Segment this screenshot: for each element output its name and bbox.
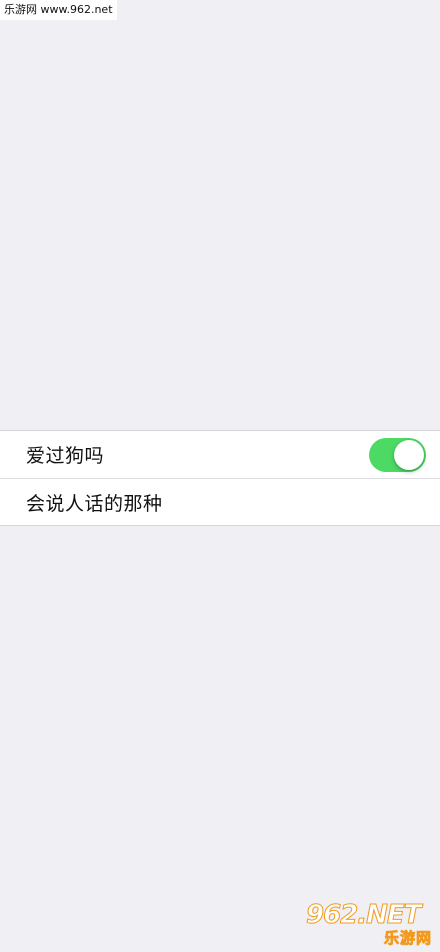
logo-main-text: 962.NET [305, 900, 421, 930]
settings-group: 爱过狗吗 会说人话的那种 [0, 430, 440, 526]
love-dog-toggle[interactable] [369, 437, 426, 472]
logo-sub-text: 乐游网 [383, 929, 432, 947]
toggle-knob [394, 439, 424, 470]
settings-row-talk-human[interactable]: 会说人话的那种 [0, 478, 440, 525]
settings-row-love-dog: 爱过狗吗 [0, 431, 440, 478]
settings-row-label: 爱过狗吗 [26, 445, 105, 467]
watermark-text: 乐游网 www.962.net [0, 0, 117, 20]
settings-row-label: 会说人话的那种 [26, 492, 163, 515]
watermark-logo: 962.NET 乐游网 [305, 900, 434, 947]
